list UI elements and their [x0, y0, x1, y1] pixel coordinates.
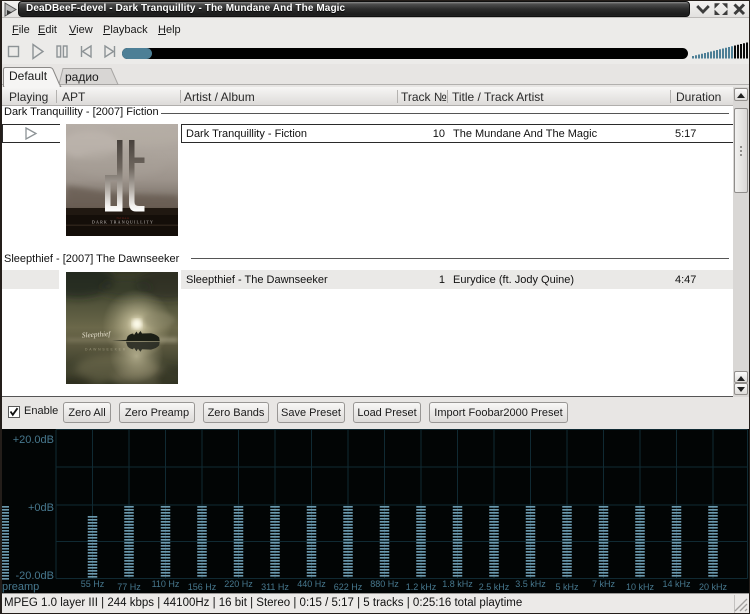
- svg-text:20 kHz: 20 kHz: [699, 582, 728, 592]
- svg-text:14 kHz: 14 kHz: [662, 579, 691, 589]
- svg-text:10 kHz: 10 kHz: [626, 582, 655, 592]
- svg-text:110 Hz: 110 Hz: [152, 579, 180, 589]
- svg-text:1.2 kHz: 1.2 kHz: [406, 582, 437, 592]
- svg-text:622 Hz: 622 Hz: [334, 582, 363, 592]
- svg-text:+20.0dB: +20.0dB: [13, 434, 54, 446]
- svg-text:156 Hz: 156 Hz: [188, 582, 217, 592]
- svg-text:2.5 kHz: 2.5 kHz: [479, 582, 510, 592]
- svg-text:440 Hz: 440 Hz: [297, 579, 326, 589]
- svg-text:1.8 kHz: 1.8 kHz: [442, 579, 473, 589]
- svg-text:+0dB: +0dB: [28, 502, 54, 514]
- svg-text:311 Hz: 311 Hz: [261, 582, 289, 592]
- svg-text:55 Hz: 55 Hz: [81, 579, 105, 589]
- svg-text:220 Hz: 220 Hz: [224, 579, 253, 589]
- svg-text:preamp: preamp: [2, 581, 39, 593]
- svg-text:DARK TRANQUILLITY: DARK TRANQUILLITY: [92, 220, 154, 225]
- svg-text:5 kHz: 5 kHz: [555, 582, 579, 592]
- svg-text:Sleepthief: Sleepthief: [82, 330, 112, 340]
- svg-text:fiction: fiction: [117, 216, 130, 220]
- svg-text:3.5 kHz: 3.5 kHz: [515, 579, 546, 589]
- svg-text:77 Hz: 77 Hz: [117, 582, 141, 592]
- svg-text:DAWNSEEKER: DAWNSEEKER: [85, 348, 127, 352]
- svg-text:880 Hz: 880 Hz: [370, 579, 399, 589]
- svg-text:7 kHz: 7 kHz: [592, 579, 616, 589]
